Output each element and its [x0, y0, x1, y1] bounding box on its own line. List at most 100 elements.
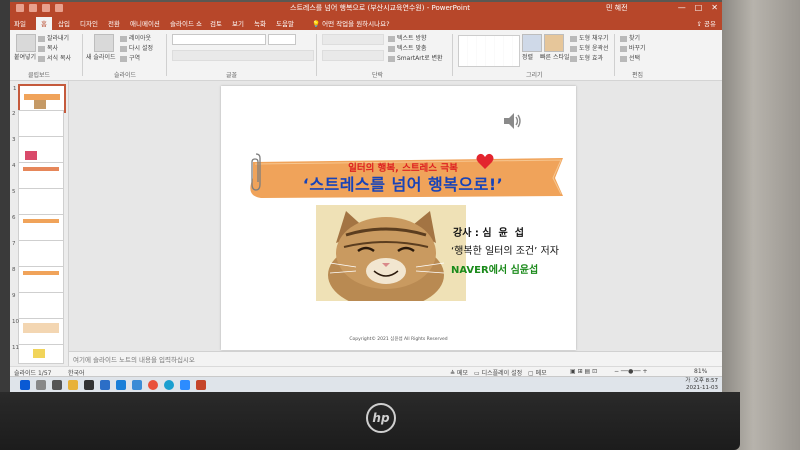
slide-thumbnail[interactable]: 4: [12, 162, 64, 189]
clipboard-group-label: 클립보드: [28, 72, 51, 79]
slide-thumbnail[interactable]: 5: [12, 188, 64, 215]
tab-home[interactable]: 홈: [36, 17, 52, 30]
slide-thumbnail[interactable]: 3: [12, 136, 64, 163]
chrome-icon[interactable]: [148, 380, 158, 390]
shape-effects-button[interactable]: 도형 효과: [570, 53, 603, 62]
zoom-slider[interactable]: − ──●── +: [614, 368, 648, 375]
slide-thumbnail[interactable]: 9: [12, 292, 64, 319]
paste-button[interactable]: 붙여넣기: [14, 52, 36, 61]
view-buttons[interactable]: ▣ ⊞ ▤ ⊡: [570, 368, 597, 375]
screen: 스트레스를 넘어 행복으로 (부산시교육연수원) - PowerPoint 민 …: [10, 2, 722, 392]
quick-styles-button[interactable]: 빠른 스타일: [540, 52, 570, 61]
file-explorer-icon[interactable]: [68, 380, 78, 390]
cut-button[interactable]: 잘라내기: [38, 33, 69, 42]
tab-design[interactable]: 디자인: [80, 18, 98, 28]
maximize-icon[interactable]: □: [695, 3, 703, 12]
format-painter-icon: [38, 55, 45, 62]
zoom-app-icon[interactable]: [180, 380, 190, 390]
tab-help[interactable]: 도움말: [276, 18, 294, 28]
align-text-button[interactable]: 텍스트 맞춤: [388, 43, 427, 52]
slide-thumbnail[interactable]: 7: [12, 240, 64, 267]
text-direction-icon: [388, 35, 395, 42]
paragraph-group-label: 단락: [372, 72, 384, 79]
mail-icon[interactable]: [100, 380, 110, 390]
font-formatting-row[interactable]: [172, 50, 314, 61]
font-size-box[interactable]: [268, 34, 296, 45]
title-text-box[interactable]: 일터의 행복, 스트레스 극복 ‘스트레스를 넘어 행복으로!’: [243, 158, 563, 198]
edge-icon[interactable]: [164, 380, 174, 390]
redo-icon[interactable]: [42, 4, 50, 12]
new-slide-button[interactable]: 새 슬라이드: [86, 52, 116, 61]
find-button[interactable]: 찾기: [620, 33, 640, 42]
format-painter-button[interactable]: 서식 복사: [38, 53, 71, 62]
tab-record[interactable]: 녹화: [254, 18, 266, 28]
paste-icon[interactable]: [16, 34, 36, 52]
ime-indicator[interactable]: 가: [685, 378, 690, 384]
arrange-button[interactable]: 정렬: [522, 52, 533, 61]
layout-button[interactable]: 레이아웃: [120, 33, 151, 42]
reset-button[interactable]: 다시 설정: [120, 43, 153, 52]
font-name-box[interactable]: [172, 34, 266, 45]
section-icon: [120, 55, 127, 62]
tab-animations[interactable]: 애니메이션: [130, 18, 160, 28]
ribbon-tabs: 파일 홈 삽입 디자인 전환 애니메이션 슬라이드 쇼 검토 보기 녹화 도움말…: [10, 16, 722, 30]
undo-icon[interactable]: [29, 4, 37, 12]
tab-transitions[interactable]: 전환: [108, 18, 120, 28]
slide-thumbnail[interactable]: 1: [13, 84, 66, 113]
start-icon[interactable]: [20, 380, 30, 390]
windows-taskbar: 가 오후 8:57 2021-11-03: [10, 376, 722, 392]
share-button[interactable]: ⇪ 공유: [697, 18, 716, 28]
smartart-button[interactable]: SmartArt로 변환: [388, 53, 443, 62]
share-label: 공유: [704, 20, 716, 28]
tab-slideshow[interactable]: 슬라이드 쇼: [170, 18, 202, 28]
alignment-buttons[interactable]: [322, 50, 384, 61]
replace-button[interactable]: 바꾸기: [620, 43, 646, 52]
copy-button[interactable]: 복사: [38, 43, 58, 52]
user-name[interactable]: 민 혜전: [606, 3, 628, 13]
select-icon: [620, 55, 627, 62]
slideshow-icon[interactable]: [55, 4, 63, 12]
search-icon[interactable]: [36, 380, 46, 390]
system-tray[interactable]: 가 오후 8:57 2021-11-03: [685, 378, 718, 392]
task-view-icon[interactable]: [52, 380, 62, 390]
close-icon[interactable]: ✕: [711, 3, 718, 12]
layout-icon: [120, 35, 127, 42]
tab-insert[interactable]: 삽입: [58, 18, 70, 28]
shape-fill-icon: [570, 35, 577, 42]
text-direction-button[interactable]: 텍스트 방향: [388, 33, 427, 42]
notes-pane[interactable]: 여기에 슬라이드 노트의 내용을 입력하십시오: [69, 351, 722, 366]
shape-fill-button[interactable]: 도형 채우기: [570, 33, 609, 42]
arrange-icon[interactable]: [522, 34, 542, 52]
powerpoint-icon[interactable]: [196, 380, 206, 390]
current-slide[interactable]: 일터의 행복, 스트레스 극복 ‘스트레스를 넘어 행복으로!’ 강사: 심 …: [221, 86, 576, 350]
shape-outline-icon: [570, 45, 577, 52]
slide-thumbnail[interactable]: 11: [12, 344, 64, 364]
slide-thumbnail[interactable]: 8: [12, 266, 64, 293]
slide-thumbnail[interactable]: 10: [12, 318, 64, 345]
speaker-icon[interactable]: [501, 110, 523, 132]
quick-styles-icon[interactable]: [544, 34, 564, 52]
settings-app-icon[interactable]: [132, 380, 142, 390]
quick-access-toolbar: [16, 4, 63, 12]
save-icon[interactable]: [16, 4, 24, 12]
section-button[interactable]: 구역: [120, 53, 140, 62]
font-group-label: 글꼴: [226, 72, 238, 79]
document-title: 스트레스를 넘어 행복으로 (부산시교육연수원) - PowerPoint: [290, 4, 471, 12]
align-text-icon: [388, 45, 395, 52]
zoom-level[interactable]: 81%: [694, 368, 707, 375]
store-icon[interactable]: [84, 380, 94, 390]
slide-thumbnail[interactable]: 6: [12, 214, 64, 241]
tab-view[interactable]: 보기: [232, 18, 244, 28]
minimize-icon[interactable]: —: [678, 3, 686, 12]
tab-review[interactable]: 검토: [210, 18, 222, 28]
slide-thumbnail[interactable]: 2: [12, 110, 64, 137]
select-button[interactable]: 선택: [620, 53, 640, 62]
tab-file[interactable]: 파일: [14, 18, 26, 28]
shapes-gallery[interactable]: [458, 35, 520, 67]
tell-me-search[interactable]: 💡 어떤 작업을 원하시나요?: [312, 18, 390, 28]
list-buttons[interactable]: [322, 34, 384, 45]
shape-outline-button[interactable]: 도형 윤곽선: [570, 43, 609, 52]
dropbox-icon[interactable]: [116, 380, 126, 390]
new-slide-icon[interactable]: [94, 34, 114, 52]
lecturer-name: 강사 : 심 윤 섭: [453, 228, 524, 239]
